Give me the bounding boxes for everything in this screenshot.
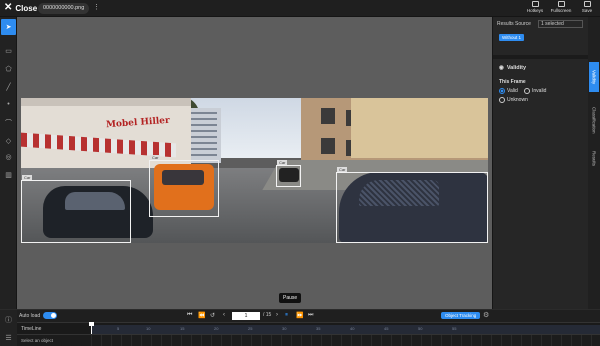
next-frame-icon[interactable]: ›	[276, 312, 278, 318]
select-object-hint: Select an object	[21, 338, 54, 343]
first-frame-icon[interactable]: ⏮	[187, 312, 192, 319]
box-label: Car	[150, 155, 161, 160]
frame-total: / 15	[263, 312, 272, 318]
timeline-tick: 25	[248, 326, 253, 331]
side-tabs: Validity Classification Results	[588, 17, 600, 309]
save-button[interactable]: Save	[577, 1, 597, 13]
timeline-tick: 5	[117, 326, 120, 331]
store-sign-graphic: Mobel Hiller	[105, 115, 171, 131]
left-bottom-bar: ⓘ ☰	[0, 310, 17, 346]
validity-icon: ◉	[499, 65, 504, 71]
rewind-icon[interactable]: ⏪	[198, 312, 205, 319]
top-bar: ✕ Close 0000000000.png ⋮ Hotkeys Fullscr…	[0, 0, 600, 17]
tab-results[interactable]: Results	[589, 147, 599, 171]
timeline-tick: 30	[282, 326, 287, 331]
source-chip[interactable]: Without 1	[499, 34, 525, 41]
bounding-box[interactable]	[21, 180, 131, 243]
timeline-track[interactable]: 5 10 15 20 25 30 35 40 45 50 55	[91, 325, 600, 334]
timeline-tick: 20	[214, 326, 219, 331]
bounding-box[interactable]	[336, 172, 488, 243]
save-icon	[583, 1, 591, 7]
playback-controls: Auto load ⏮ ⏪ ↺ ‹ 1 / 15 › ⏸ ⏩ ⏭ Object …	[17, 310, 600, 322]
rectangle-tool-icon[interactable]: ▭	[3, 45, 14, 56]
close-button[interactable]: ✕ Close	[4, 3, 37, 13]
hotkeys-button[interactable]: Hotkeys	[525, 1, 545, 13]
forward-icon[interactable]: ⏩	[296, 312, 303, 319]
close-label: Close	[15, 3, 38, 13]
more-options-icon[interactable]: ⋮	[93, 3, 100, 11]
bounding-box[interactable]	[276, 165, 301, 187]
timeline-tick: 50	[418, 326, 423, 331]
bounding-box[interactable]	[149, 160, 219, 217]
tab-classification[interactable]: Classification	[589, 99, 599, 141]
keyboard-icon	[531, 1, 539, 7]
box-label: Car	[337, 167, 348, 172]
image-canvas[interactable]: Mobel Hiller Car Car Car Car	[17, 17, 492, 309]
radio-label: Invalid	[532, 88, 547, 94]
validity-header: ◉ Validity	[499, 65, 526, 71]
auto-load-toggle[interactable]	[43, 312, 58, 319]
pause-icon[interactable]: ⏸	[285, 312, 288, 319]
info-icon[interactable]: ⓘ	[3, 314, 14, 325]
auto-load: Auto load	[19, 312, 58, 319]
fullscreen-icon	[557, 1, 565, 7]
chart-tool-icon[interactable]: ▥	[3, 169, 14, 180]
radio-unchecked-icon	[524, 88, 530, 94]
reset-icon[interactable]: ↺	[210, 312, 215, 319]
last-frame-icon[interactable]: ⏭	[308, 312, 313, 319]
radio-invalid[interactable]: Invalid	[524, 88, 546, 94]
object-track-grid[interactable]	[91, 335, 600, 346]
polygon-tool-icon[interactable]: ⬠	[3, 63, 14, 74]
gear-icon[interactable]: ⚙	[483, 311, 489, 319]
street-photo: Mobel Hiller Car Car Car Car	[21, 98, 488, 243]
this-frame-label: This Frame	[499, 79, 526, 85]
timeline-tick: 15	[180, 326, 185, 331]
timeline-tick: 10	[146, 326, 151, 331]
line-tool-icon[interactable]: ╱	[3, 81, 14, 92]
left-toolbar: ➤ ▭ ⬠ ╱ • ⌒ ◇ ◎ ▥	[0, 17, 17, 309]
results-source-select[interactable]: 1 selected	[538, 20, 583, 28]
pause-tooltip: Pause	[279, 293, 302, 303]
tab-validity[interactable]: Validity	[589, 62, 599, 92]
timeline-tick: 35	[316, 326, 321, 331]
radio-unchecked-icon	[499, 97, 505, 103]
validity-title: Validity	[506, 65, 527, 71]
frame-input[interactable]: 1	[232, 312, 260, 320]
radio-label: Valid	[507, 88, 518, 94]
radio-label: Unknown	[507, 97, 528, 103]
timeline-label: TimeLine	[21, 326, 42, 332]
auto-load-label: Auto load	[19, 312, 41, 319]
save-label: Save	[581, 8, 593, 13]
timeline-tick: 45	[384, 326, 389, 331]
object-tracking-button[interactable]: Object Tracking	[441, 312, 481, 319]
cuboid-tool-icon[interactable]: ◇	[3, 135, 14, 146]
select-tool-icon[interactable]: ➤	[1, 19, 16, 35]
right-panel: Results Source 1 selected Without 1 ◉ Va…	[492, 17, 589, 309]
close-icon: ✕	[4, 2, 13, 13]
hotkeys-label: Hotkeys	[526, 8, 544, 13]
fullscreen-button[interactable]: Fullscreen	[551, 1, 571, 13]
curve-tool-icon[interactable]: ⌒	[3, 117, 14, 128]
object-track-bar: Select an object	[17, 334, 600, 346]
timeline: TimeLine 5 10 15 20 25 30 35 40 45 50 55	[17, 322, 600, 335]
fullscreen-label: Fullscreen	[550, 8, 572, 13]
box-label: Car	[22, 175, 33, 180]
radio-valid[interactable]: Valid	[499, 88, 518, 94]
settings-sliders-icon[interactable]: ☰	[3, 332, 14, 343]
box-label: Car	[277, 160, 288, 165]
point-tool-icon[interactable]: •	[3, 99, 14, 110]
radio-checked-icon	[499, 88, 505, 94]
filename-badge: 0000000000.png	[38, 3, 90, 14]
radio-unknown[interactable]: Unknown	[499, 97, 528, 103]
ellipse-tool-icon[interactable]: ◎	[3, 151, 14, 162]
timeline-tick: 55	[452, 326, 457, 331]
prev-frame-icon[interactable]: ‹	[223, 312, 225, 318]
results-source-label: Results Source	[497, 21, 531, 27]
timeline-tick: 40	[350, 326, 355, 331]
